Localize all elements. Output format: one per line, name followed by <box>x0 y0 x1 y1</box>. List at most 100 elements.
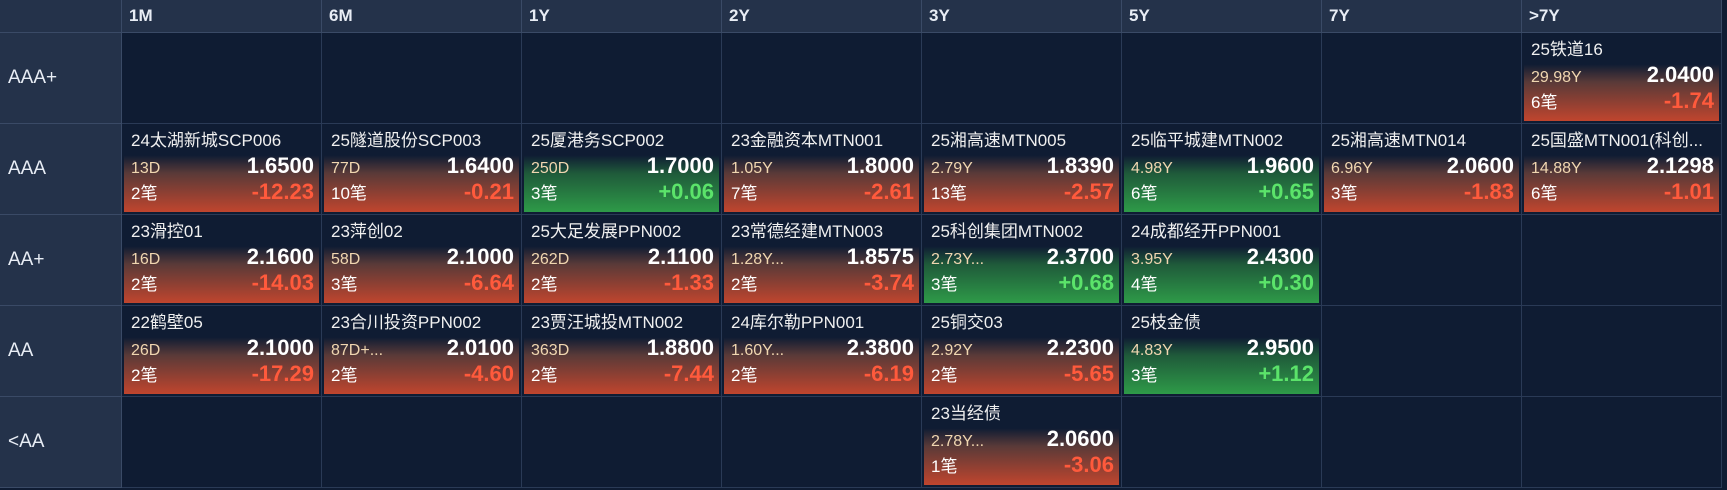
bond-tile[interactable]: 25湘高速MTN005 2.79Y 1.8390 13笔 -2.57 <box>924 126 1119 212</box>
trade-count: 2笔 <box>931 366 958 385</box>
tile-row-tenor: 2.73Y... 2.3700 <box>931 243 1114 270</box>
column-header[interactable]: >7Y <box>1522 0 1722 33</box>
bond-tile[interactable]: 25科创集团MTN002 2.73Y... 2.3700 3笔 +0.68 <box>924 217 1119 303</box>
bond-yield: 1.8390 <box>1046 153 1114 178</box>
bond-tile[interactable]: 23当经债 2.78Y... 2.0600 1笔 -3.06 <box>924 399 1119 485</box>
bond-yield: 2.0400 <box>1646 62 1714 87</box>
tile-row-tenor: 3.95Y 2.4300 <box>1131 243 1314 270</box>
matrix-cell <box>1122 33 1322 124</box>
bond-tile[interactable]: 23合川投资PPN002 87D+... 2.0100 2笔 -4.60 <box>324 308 519 394</box>
row-label[interactable]: AAA <box>0 124 122 215</box>
tile-row-tenor: 29.98Y 2.0400 <box>1531 61 1714 88</box>
trade-count: 6笔 <box>1531 93 1558 112</box>
bond-tile[interactable]: 22鹤壁05 26D 2.1000 2笔 -17.29 <box>124 308 319 394</box>
yield-change: +0.06 <box>658 179 714 204</box>
bond-tile[interactable]: 23萍创02 58D 2.1000 3笔 -6.64 <box>324 217 519 303</box>
yield-change: +1.12 <box>1258 361 1314 386</box>
bond-tenor: 29.98Y <box>1531 69 1582 86</box>
matrix-cell <box>122 33 322 124</box>
tile-row-tenor: 1.28Y... 1.8575 <box>731 243 914 270</box>
bond-tile[interactable]: 25隧道股份SCP003 77D 1.6400 10笔 -0.21 <box>324 126 519 212</box>
matrix-cell <box>922 33 1122 124</box>
yield-change: -0.21 <box>463 179 514 204</box>
yield-change: +0.68 <box>1058 270 1114 295</box>
column-header[interactable]: 2Y <box>722 0 922 33</box>
row-label[interactable]: AA+ <box>0 215 122 306</box>
bond-tile[interactable]: 25铜交03 2.92Y 2.2300 2笔 -5.65 <box>924 308 1119 394</box>
bond-name: 25隧道股份SCP003 <box>331 131 482 150</box>
bond-name: 24库尔勒PPN001 <box>731 313 865 332</box>
bond-tile[interactable]: 25湘高速MTN014 6.96Y 2.0600 3笔 -1.83 <box>1324 126 1519 212</box>
matrix-cell: 23常德经建MTN003 1.28Y... 1.8575 2笔 -3.74 <box>722 215 922 306</box>
matrix-cell <box>1322 397 1522 488</box>
tile-row-tenor: 6.96Y 2.0600 <box>1331 152 1514 179</box>
bond-tile[interactable]: 25临平城建MTN002 4.98Y 1.9600 6笔 +0.65 <box>1124 126 1319 212</box>
bond-tenor: 26D <box>131 342 161 359</box>
matrix-cell <box>122 397 322 488</box>
bond-tile[interactable]: 25枝金债 4.83Y 2.9500 3笔 +1.12 <box>1124 308 1319 394</box>
row-label[interactable]: <AA <box>0 397 122 488</box>
bond-tile[interactable]: 23贾汪城投MTN002 363D 1.8800 2笔 -7.44 <box>524 308 719 394</box>
trade-count: 2笔 <box>731 275 758 294</box>
yield-change: -2.61 <box>863 179 914 204</box>
tile-row-tenor: 1.60Y... 2.3800 <box>731 334 914 361</box>
bond-yield: 2.9500 <box>1246 335 1314 360</box>
yield-change: -5.65 <box>1063 361 1114 386</box>
matrix-cell: 23金融资本MTN001 1.05Y 1.8000 7笔 -2.61 <box>722 124 922 215</box>
bond-tile[interactable]: 23常德经建MTN003 1.28Y... 1.8575 2笔 -3.74 <box>724 217 919 303</box>
trade-count: 3笔 <box>531 184 558 203</box>
bond-tile[interactable]: 24成都经开PPN001 3.95Y 2.4300 4笔 +0.30 <box>1124 217 1319 303</box>
yield-change: -17.29 <box>251 361 314 386</box>
bond-tile[interactable]: 25大足发展PPN002 262D 2.1100 2笔 -1.33 <box>524 217 719 303</box>
bond-tile[interactable]: 24库尔勒PPN001 1.60Y... 2.3800 2笔 -6.19 <box>724 308 919 394</box>
column-header[interactable]: 7Y <box>1322 0 1522 33</box>
bond-yield: 1.8000 <box>846 153 914 178</box>
trade-count: 6笔 <box>1531 184 1558 203</box>
column-header[interactable]: 3Y <box>922 0 1122 33</box>
column-header[interactable]: 6M <box>322 0 522 33</box>
bond-tenor: 363D <box>531 342 570 359</box>
matrix-cell: 25铜交03 2.92Y 2.2300 2笔 -5.65 <box>922 306 1122 397</box>
bond-tile[interactable]: 24太湖新城SCP006 13D 1.6500 2笔 -12.23 <box>124 126 319 212</box>
bond-tile[interactable]: 25国盛MTN001(科创... 14.88Y 2.1298 6笔 -1.01 <box>1524 126 1719 212</box>
bond-name: 23贾汪城投MTN002 <box>531 313 684 332</box>
matrix-cell: 25铁道16 29.98Y 2.0400 6笔 -1.74 <box>1522 33 1722 124</box>
column-header[interactable]: 1M <box>122 0 322 33</box>
bond-yield: 1.7000 <box>646 153 714 178</box>
tile-row-count: 13笔 -2.57 <box>931 179 1114 205</box>
yield-change: -3.74 <box>863 270 914 295</box>
bond-tenor: 4.83Y <box>1131 342 1173 359</box>
matrix-cell <box>1322 306 1522 397</box>
matrix-cell: 24成都经开PPN001 3.95Y 2.4300 4笔 +0.30 <box>1122 215 1322 306</box>
bond-tile[interactable]: 25厦港务SCP002 250D 1.7000 3笔 +0.06 <box>524 126 719 212</box>
bond-yield: 2.1100 <box>647 244 714 269</box>
column-header[interactable]: 5Y <box>1122 0 1322 33</box>
trade-count: 2笔 <box>731 366 758 385</box>
bond-name: 25厦港务SCP002 <box>531 131 665 150</box>
bond-name: 24太湖新城SCP006 <box>131 131 282 150</box>
tile-row-tenor: 58D 2.1000 <box>331 243 514 270</box>
tile-row-tenor: 13D 1.6500 <box>131 152 314 179</box>
matrix-cell: 23萍创02 58D 2.1000 3笔 -6.64 <box>322 215 522 306</box>
bond-name: 25铜交03 <box>931 313 1003 332</box>
bond-tenor: 2.78Y... <box>931 433 985 450</box>
bond-tenor: 77D <box>331 160 361 177</box>
tile-row-count: 3笔 +0.06 <box>531 179 714 205</box>
row-label[interactable]: AAA+ <box>0 33 122 124</box>
bond-name: 25大足发展PPN002 <box>531 222 682 241</box>
matrix-cell <box>1522 306 1722 397</box>
bond-name: 25枝金债 <box>1131 313 1201 332</box>
tile-row-count: 2笔 -7.44 <box>531 361 714 387</box>
bond-tile[interactable]: 23金融资本MTN001 1.05Y 1.8000 7笔 -2.61 <box>724 126 919 212</box>
bond-tile[interactable]: 25铁道16 29.98Y 2.0400 6笔 -1.74 <box>1524 35 1719 121</box>
bond-tile[interactable]: 23滑控01 16D 2.1600 2笔 -14.03 <box>124 217 319 303</box>
bond-tenor: 1.05Y <box>731 160 773 177</box>
yield-change: -4.60 <box>463 361 514 386</box>
matrix-cell: 22鹤壁05 26D 2.1000 2笔 -17.29 <box>122 306 322 397</box>
tile-row-tenor: 363D 1.8800 <box>531 334 714 361</box>
tile-row-count: 6笔 -1.74 <box>1531 88 1714 114</box>
row-label[interactable]: AA <box>0 306 122 397</box>
bond-tenor: 3.95Y <box>1131 251 1173 268</box>
column-header[interactable]: 1Y <box>522 0 722 33</box>
trade-count: 2笔 <box>331 366 358 385</box>
